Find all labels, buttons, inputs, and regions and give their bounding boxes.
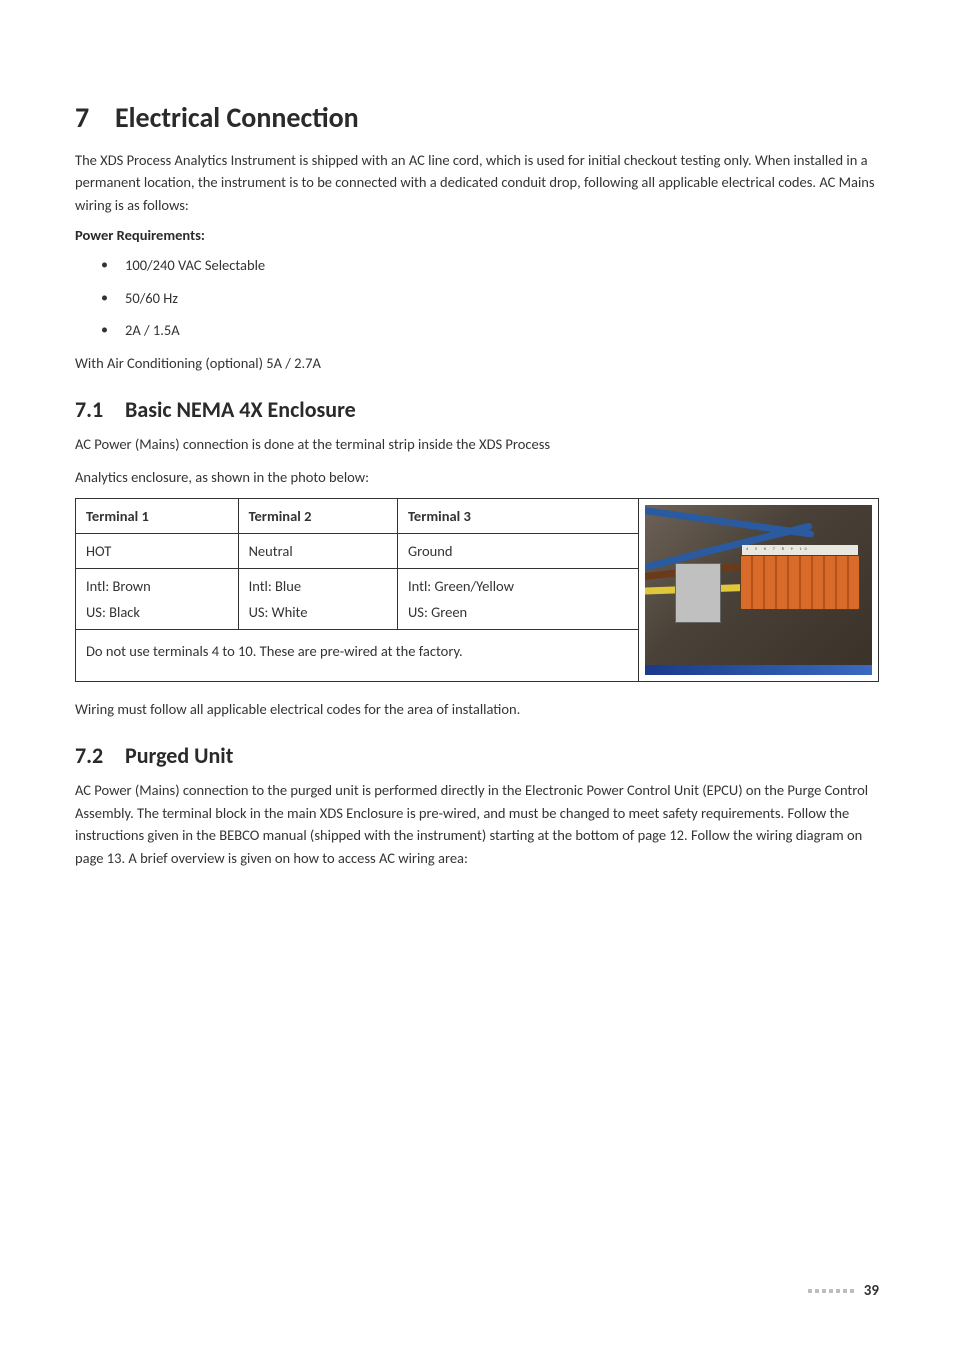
table-header: Terminal 3 bbox=[397, 499, 638, 534]
table-cell: Intl: Blue US: White bbox=[238, 569, 397, 630]
table-row: HOT Neutral Ground bbox=[76, 534, 638, 569]
cell-line: Intl: Green/Yellow bbox=[408, 577, 628, 595]
section-7-2-p1: AC Power (Mains) connection to the purge… bbox=[75, 779, 879, 869]
terminal-number-strip: 4 5 6 7 8 9 10 bbox=[742, 545, 858, 555]
section-7-2-heading: 7.2Purged Unit bbox=[75, 742, 879, 769]
section-title-text: Basic NEMA 4X Enclosure bbox=[125, 396, 356, 423]
table-note-row: Do not use terminals 4 to 10. These are … bbox=[76, 630, 638, 681]
air-conditioning-note: With Air Conditioning (optional) 5A / 2.… bbox=[75, 352, 879, 374]
section-number: 7.2 bbox=[75, 742, 125, 769]
cell-line: US: Green bbox=[408, 603, 628, 621]
chapter-number: 7 bbox=[75, 100, 115, 135]
intro-paragraph: The XDS Process Analytics Instrument is … bbox=[75, 149, 879, 216]
power-requirements-list: 100/240 VAC Selectable 50/60 Hz 2A / 1.5… bbox=[75, 254, 879, 341]
connector-block-icon bbox=[675, 563, 721, 623]
section-number: 7.1 bbox=[75, 396, 125, 423]
terminal-block-icon bbox=[740, 555, 860, 610]
section-title-text: Purged Unit bbox=[125, 742, 233, 769]
list-item: 100/240 VAC Selectable bbox=[125, 254, 879, 276]
cell-line: US: White bbox=[249, 603, 387, 621]
chapter-heading: 7Electrical Connection bbox=[75, 100, 879, 135]
cell-line: US: Black bbox=[86, 603, 228, 621]
table-row: Intl: Brown US: Black Intl: Blue US: Whi… bbox=[76, 569, 638, 630]
chapter-title-text: Electrical Connection bbox=[115, 100, 359, 135]
table-header: Terminal 1 bbox=[76, 499, 238, 534]
table-cell: HOT bbox=[76, 534, 238, 569]
terminal-photo-cell: 4 5 6 7 8 9 10 bbox=[638, 499, 878, 680]
section-7-1-p1: AC Power (Mains) connection is done at t… bbox=[75, 433, 879, 455]
table-header-row: Terminal 1 Terminal 2 Terminal 3 bbox=[76, 499, 638, 534]
section-7-1-heading: 7.1Basic NEMA 4X Enclosure bbox=[75, 396, 879, 423]
cell-line: Intl: Blue bbox=[249, 577, 387, 595]
table-note: Do not use terminals 4 to 10. These are … bbox=[76, 630, 638, 681]
power-requirements-heading: Power Requirements: bbox=[75, 226, 879, 244]
bottom-strip-icon bbox=[645, 665, 872, 675]
footer-dots-icon bbox=[808, 1289, 854, 1293]
page-footer: 39 bbox=[808, 1282, 879, 1300]
page-number: 39 bbox=[864, 1282, 879, 1300]
cell-line: Intl: Brown bbox=[86, 577, 228, 595]
list-item: 50/60 Hz bbox=[125, 287, 879, 309]
table-cell: Intl: Green/Yellow US: Green bbox=[397, 569, 638, 630]
table-cell: Neutral bbox=[238, 534, 397, 569]
wiring-photo: 4 5 6 7 8 9 10 bbox=[645, 505, 872, 674]
section-7-1-p2: Analytics enclosure, as shown in the pho… bbox=[75, 466, 879, 488]
table-cell: Intl: Brown US: Black bbox=[76, 569, 238, 630]
terminal-table-wrapper: Terminal 1 Terminal 2 Terminal 3 HOT Neu… bbox=[75, 498, 879, 681]
section-7-1-p3: Wiring must follow all applicable electr… bbox=[75, 698, 879, 720]
table-header: Terminal 2 bbox=[238, 499, 397, 534]
terminal-table: Terminal 1 Terminal 2 Terminal 3 HOT Neu… bbox=[76, 499, 638, 680]
table-cell: Ground bbox=[397, 534, 638, 569]
list-item: 2A / 1.5A bbox=[125, 319, 879, 341]
